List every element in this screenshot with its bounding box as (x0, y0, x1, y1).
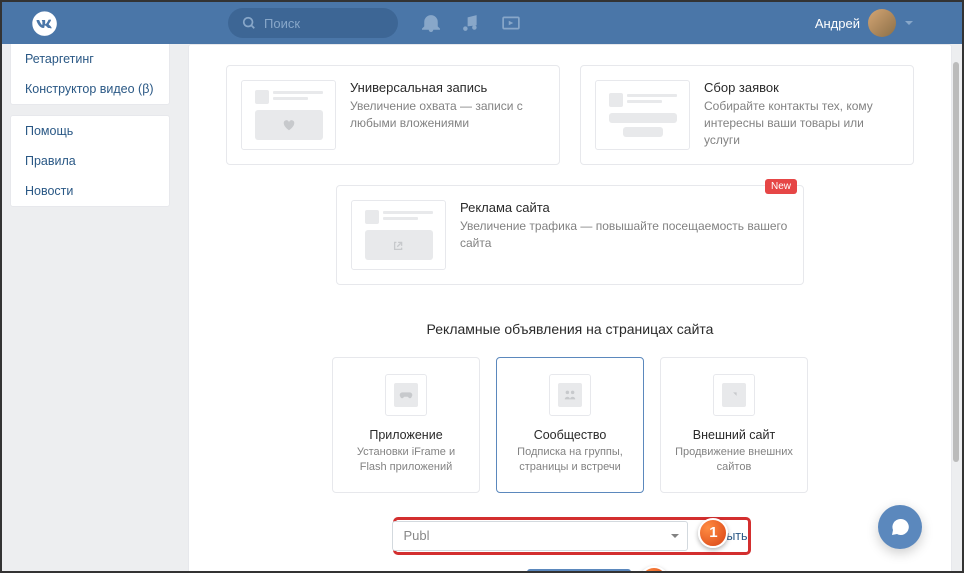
scrollbar[interactable] (953, 62, 959, 462)
card-title: Универсальная запись (350, 80, 545, 95)
search-placeholder: Поиск (264, 16, 300, 31)
continue-button[interactable]: Продолжить (527, 569, 630, 571)
type-card-app[interactable]: Приложение Установки iFrame и Flash прил… (332, 357, 480, 493)
format-card-universal[interactable]: Универсальная запись Увеличение охвата —… (226, 65, 560, 165)
type-title: Сообщество (509, 428, 631, 442)
type-card-external[interactable]: Внешний сайт Продвижение внешних сайтов (660, 357, 808, 493)
sidebar: Ретаргетинг Конструктор видео (β) Помощь… (2, 44, 170, 571)
format-card-leads[interactable]: Сбор заявок Собирайте контакты тех, кому… (580, 65, 914, 165)
user-name: Андрей (815, 16, 860, 31)
chat-icon (890, 517, 910, 537)
people-icon (558, 383, 582, 407)
sidebar-item-help[interactable]: Помощь (11, 116, 169, 146)
gamepad-icon (394, 383, 418, 407)
vk-logo[interactable] (30, 9, 58, 37)
community-select[interactable]: Publ (392, 521, 688, 551)
type-title: Внешний сайт (673, 428, 795, 442)
card-desc: Увеличение трафика — повышайте посещаемо… (460, 218, 789, 252)
card-title: Реклама сайта (460, 200, 789, 215)
music-icon[interactable] (462, 14, 480, 32)
arrow-icon (722, 383, 746, 407)
avatar (868, 9, 896, 37)
chevron-down-icon (904, 18, 914, 28)
card-desc: Собирайте контакты тех, кому интересны в… (704, 98, 899, 148)
chevron-down-icon (670, 531, 680, 541)
type-desc: Продвижение внешних сайтов (673, 445, 795, 476)
video-icon[interactable] (502, 14, 520, 32)
search-icon (242, 16, 256, 30)
card-title: Сбор заявок (704, 80, 899, 95)
user-menu[interactable]: Андрей (815, 9, 954, 37)
format-card-site-ad[interactable]: New Реклама сайта Увеличение трафика — п… (336, 185, 804, 285)
bell-icon[interactable] (422, 14, 440, 32)
thumb-site-ad (351, 200, 446, 270)
sidebar-item-news[interactable]: Новости (11, 176, 169, 206)
type-desc: Установки iFrame и Flash приложений (345, 445, 467, 476)
annotation-marker-2: 2 (639, 566, 669, 571)
card-desc: Увеличение охвата — записи с любыми влож… (350, 98, 545, 132)
sidebar-item-retargeting[interactable]: Ретаргетинг (11, 44, 169, 74)
select-value: Publ (403, 528, 429, 543)
type-desc: Подписка на группы, страницы и встречи (509, 445, 631, 476)
annotation-marker-1: 1 (698, 518, 728, 548)
sidebar-item-video-constructor[interactable]: Конструктор видео (β) (11, 74, 169, 104)
chat-fab[interactable] (878, 505, 922, 549)
search-input[interactable]: Поиск (228, 8, 398, 38)
header: Поиск Андрей (2, 2, 962, 44)
badge-new: New (765, 179, 797, 194)
type-card-community[interactable]: Сообщество Подписка на группы, страницы … (496, 357, 644, 493)
sidebar-item-rules[interactable]: Правила (11, 146, 169, 176)
thumb-universal (241, 80, 336, 150)
type-title: Приложение (345, 428, 467, 442)
section-title: Рекламные объявления на страницах сайта (189, 321, 951, 337)
thumb-leads (595, 80, 690, 150)
